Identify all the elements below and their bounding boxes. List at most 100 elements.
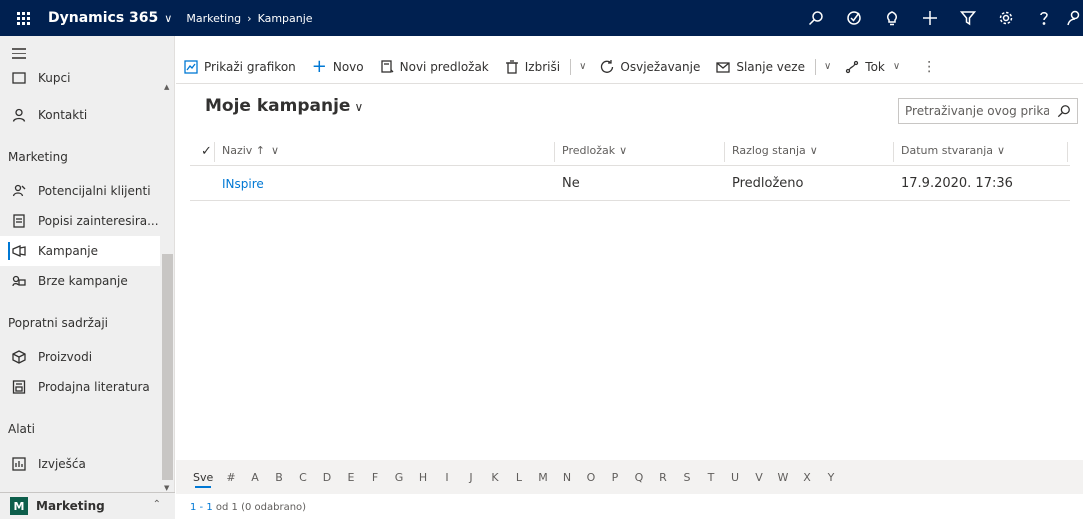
search-icon[interactable] — [797, 0, 835, 36]
sidebar-item-kontakti[interactable]: Kontakti — [0, 100, 160, 130]
new-button[interactable]: + Novo — [304, 50, 372, 84]
record-count-rest: od 1 (0 odabrano) — [212, 502, 307, 513]
column-header-razlog-stanja[interactable]: Razlog stanja ∨ — [732, 144, 818, 157]
alpha-filter-c[interactable]: C — [291, 471, 315, 484]
sidebar-group-popratni: Popratni sadržaji — [8, 316, 108, 330]
cell-datum-stvaranja: 17.9.2020. 17:36 — [901, 176, 1013, 191]
select-all-checkmark-icon[interactable]: ✓ — [201, 144, 212, 159]
alpha-filter-r[interactable]: R — [651, 471, 675, 484]
task-check-icon[interactable] — [835, 0, 873, 36]
column-header-datum-stvaranja[interactable]: Datum stvaranja ∨ — [901, 144, 1005, 157]
breadcrumb-marketing[interactable]: Marketing — [186, 12, 241, 25]
record-count-status: 1 - 1 od 1 (0 odabrano) — [190, 502, 306, 513]
hamburger-menu-icon[interactable] — [12, 48, 26, 62]
sidebar-item-kupci[interactable]: Kupci — [0, 72, 160, 94]
sidebar-item-potencijalni-klijenti[interactable]: Potencijalni klijenti — [0, 176, 160, 206]
breadcrumb-separator-icon: › — [247, 11, 252, 25]
alpha-filter-k[interactable]: K — [483, 471, 507, 484]
sidebar-item-label: Proizvodi — [38, 350, 93, 364]
sidebar-item-proizvodi[interactable]: Proizvodi — [0, 342, 160, 372]
sidebar-scrollbar-thumb[interactable] — [162, 254, 173, 480]
plus-icon: + — [311, 55, 327, 77]
filter-icon[interactable] — [949, 0, 987, 36]
area-switcher[interactable]: M Marketing ⌃ — [0, 492, 175, 519]
alpha-filter-all[interactable]: Sve — [193, 471, 213, 488]
sidebar-item-kampanje[interactable]: Kampanje — [0, 236, 160, 266]
show-chart-label: Prikaži grafikon — [204, 59, 296, 74]
alpha-filter-g[interactable]: G — [387, 471, 411, 484]
alpha-filter-t[interactable]: T — [699, 471, 723, 484]
help-icon[interactable] — [1025, 0, 1063, 36]
sidebar-item-brze-kampanje[interactable]: Brze kampanje — [0, 266, 160, 296]
alpha-filter-w[interactable]: W — [771, 471, 795, 484]
flow-button[interactable]: Tok ∨ — [837, 50, 908, 84]
alpha-filter-x[interactable]: X — [795, 471, 819, 484]
sidebar: ▲ ▼ Kupci Kontakti Marketing Potencijaln… — [0, 36, 175, 519]
delete-button[interactable]: Izbriši — [497, 50, 568, 84]
alpha-filter-m[interactable]: M — [531, 471, 555, 484]
sidebar-item-popisi[interactable]: Popisi zainteresira... — [0, 206, 160, 236]
alpha-filter-o[interactable]: O — [579, 471, 603, 484]
alpha-filter-v[interactable]: V — [747, 471, 771, 484]
quick-campaign-icon — [12, 274, 26, 288]
area-switch-chevron-icon[interactable]: ⌃ — [153, 499, 161, 510]
refresh-button[interactable]: Osvježavanje — [592, 50, 708, 84]
campaign-name-link[interactable]: INspire — [222, 177, 264, 191]
alpha-filter-d[interactable]: D — [315, 471, 339, 484]
app-title[interactable]: Dynamics 365 — [48, 10, 158, 26]
alpha-filter-s[interactable]: S — [675, 471, 699, 484]
flow-chevron-icon: ∨ — [892, 61, 901, 72]
delete-label: Izbriši — [524, 59, 561, 74]
sidebar-item-label: Popisi zainteresira... — [38, 214, 159, 228]
alpha-filter-hash[interactable]: # — [219, 471, 243, 484]
alpha-filter-p[interactable]: P — [603, 471, 627, 484]
delete-more-chevron-icon[interactable]: ∨ — [573, 61, 592, 72]
alpha-filter-f[interactable]: F — [363, 471, 387, 484]
view-selector[interactable]: Moje kampanje ∨ — [205, 96, 363, 116]
alpha-filter-i[interactable]: I — [435, 471, 459, 484]
send-link-label: Slanje veze — [736, 59, 805, 74]
new-template-label: Novi predložak — [399, 59, 489, 74]
breadcrumb-kampanje[interactable]: Kampanje — [258, 12, 313, 25]
new-template-button[interactable]: Novi predložak — [372, 50, 497, 84]
sidebar-item-label: Prodajna literatura — [38, 380, 150, 394]
view-chevron-icon: ∨ — [354, 100, 364, 114]
column-header-naziv[interactable]: Naziv ↑ ∨ — [222, 144, 279, 157]
sidebar-scroll-down-icon[interactable]: ▼ — [164, 484, 169, 492]
table-row[interactable]: INspire Ne Predloženo 17.9.2020. 17:36 — [190, 168, 1070, 201]
gear-icon[interactable] — [987, 0, 1025, 36]
template-icon — [380, 59, 394, 73]
alpha-filter-a[interactable]: A — [243, 471, 267, 484]
app-launcher-waffle-icon[interactable] — [8, 0, 38, 36]
alpha-filter-y[interactable]: Y — [819, 471, 843, 484]
trash-icon — [505, 59, 518, 74]
alpha-filter-l[interactable]: L — [507, 471, 531, 484]
user-profile-icon[interactable] — [1063, 0, 1083, 36]
sidebar-item-prodajna-literatura[interactable]: Prodajna literatura — [0, 372, 160, 402]
sidebar-scroll-up-icon[interactable]: ▲ — [164, 83, 169, 91]
flow-label: Tok — [865, 59, 885, 74]
sidebar-item-label: Kupci — [38, 72, 71, 85]
alpha-filter-b[interactable]: B — [267, 471, 291, 484]
show-chart-button[interactable]: Prikaži grafikon — [176, 50, 304, 84]
more-commands-icon[interactable]: ⋮ — [908, 50, 944, 84]
app-switcher-chevron-icon[interactable]: ∨ — [164, 12, 172, 25]
alpha-filter-q[interactable]: Q — [627, 471, 651, 484]
report-icon — [12, 457, 26, 471]
send-link-more-chevron-icon[interactable]: ∨ — [818, 61, 837, 72]
command-divider — [814, 58, 816, 75]
alpha-filter-u[interactable]: U — [723, 471, 747, 484]
alpha-filter-e[interactable]: E — [339, 471, 363, 484]
sidebar-item-izvjesca[interactable]: Izvješća — [0, 449, 160, 479]
plus-icon[interactable] — [911, 0, 949, 36]
alpha-filter-n[interactable]: N — [555, 471, 579, 484]
alpha-filter-j[interactable]: J — [459, 471, 483, 484]
send-link-button[interactable]: Slanje veze — [708, 50, 813, 84]
lightbulb-icon[interactable] — [873, 0, 911, 36]
alpha-filter-h[interactable]: H — [411, 471, 435, 484]
person-icon — [12, 108, 26, 122]
search-icon[interactable] — [1057, 104, 1071, 118]
view-search-input[interactable] — [899, 104, 1049, 118]
chart-icon — [184, 59, 198, 74]
column-header-predlozak[interactable]: Predložak ∨ — [562, 144, 627, 157]
